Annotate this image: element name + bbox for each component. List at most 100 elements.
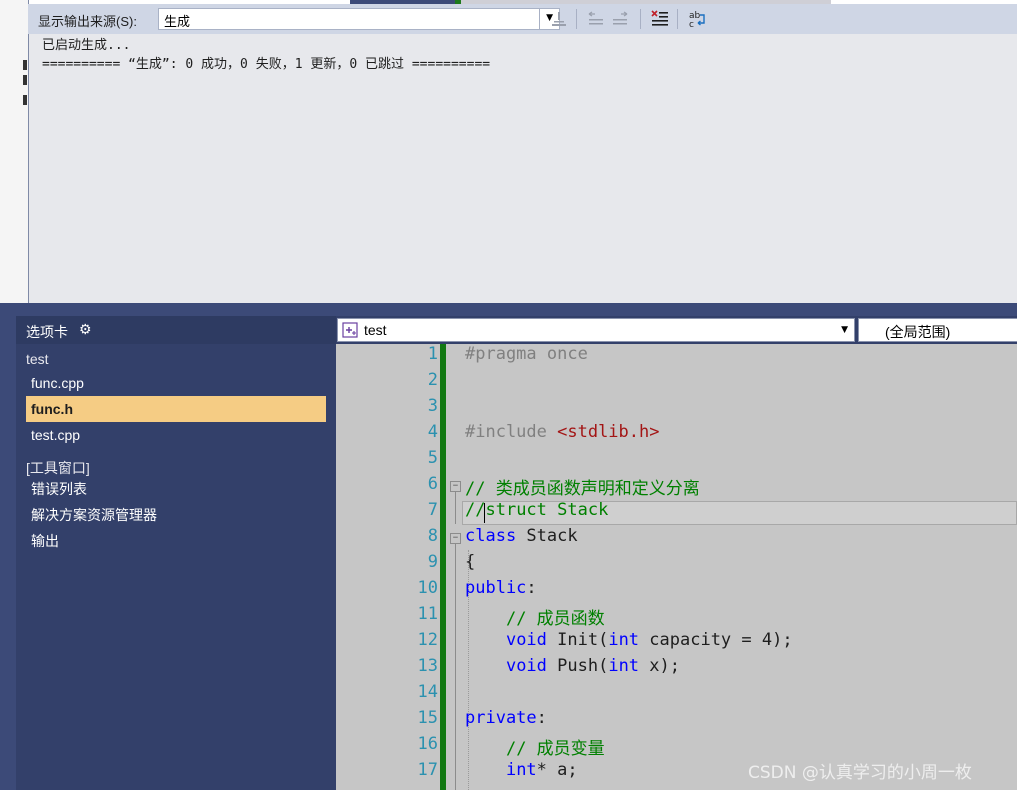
line-number: 15	[417, 708, 438, 728]
fold-line	[455, 492, 456, 524]
code-line: class Stack	[465, 526, 578, 552]
output-text: 已启动生成... ========== “生成”: 0 成功，0 失败，1 更新，…	[42, 36, 490, 74]
code-token: // 成员函数	[505, 609, 605, 629]
code-token: int	[505, 760, 537, 780]
line-number: 10	[417, 578, 438, 598]
code-line: // 成员变量	[465, 734, 605, 760]
code-token: // 成员变量	[505, 739, 605, 759]
tab-item-func-cpp[interactable]: func.cpp	[26, 370, 326, 396]
window-divider	[0, 303, 1017, 306]
project-dropdown[interactable]: test ▼	[337, 318, 855, 342]
code-token: * a;	[536, 760, 578, 780]
code-token: capacity = 4);	[639, 630, 793, 650]
code-line: // 成员函数	[465, 604, 605, 630]
prev-message-button[interactable]	[584, 7, 608, 31]
prev-message-icon	[588, 11, 603, 25]
output-source-dropdown[interactable]: 生成 ▼	[158, 8, 560, 30]
tabs-panel-header: 选项卡 ⚙	[16, 316, 336, 344]
line-number: 4	[427, 422, 438, 442]
tab-group-label: test	[26, 351, 49, 367]
code-token: Init(	[546, 630, 609, 650]
code-token: // 类成员函数声明和定义分离	[465, 479, 700, 499]
code-line: void Init(int capacity = 4);	[465, 630, 793, 656]
toolbar-separator	[539, 9, 540, 29]
tab-item-error-list[interactable]: 错误列表	[26, 476, 326, 502]
line-number: 14	[417, 682, 438, 702]
chevron-down-icon: ▼	[841, 325, 848, 335]
code-token: struct Stack	[485, 500, 609, 520]
code-token: {	[465, 552, 476, 572]
line-number: 13	[417, 656, 438, 676]
toolbar-separator	[640, 9, 641, 29]
code-line: int* a;	[465, 760, 578, 786]
goto-error-button[interactable]	[547, 7, 571, 31]
tab-group-label: [工具窗口]	[26, 460, 90, 476]
change-tracking-bar	[440, 344, 446, 790]
line-number: 12	[417, 630, 438, 650]
code-token: int	[608, 656, 640, 676]
next-message-button[interactable]	[608, 7, 632, 31]
code-token: Push(	[546, 656, 609, 676]
output-source-value: 生成	[164, 14, 191, 29]
line-number: 17	[417, 760, 438, 780]
code-token: #include	[465, 422, 558, 442]
tab-item-func-h[interactable]: func.h	[26, 396, 326, 422]
output-source-label: 显示输出来源(S):	[38, 14, 137, 29]
code-line: // 类成员函数声明和定义分离	[465, 474, 700, 500]
code-token: <stdlib.h>	[557, 422, 660, 442]
code-line: #pragma once	[465, 344, 588, 370]
line-number: 3	[427, 396, 438, 416]
svg-text:c: c	[689, 20, 694, 29]
goto-error-icon	[552, 12, 566, 26]
code-line: void Push(int x);	[465, 656, 680, 682]
watermark: CSDN @认真学习的小周一枚	[748, 763, 972, 783]
scope-value: (全局范围)	[885, 324, 951, 340]
clear-all-button[interactable]	[648, 7, 672, 31]
word-wrap-button[interactable]: ab c	[685, 7, 709, 31]
line-number: 2	[427, 370, 438, 390]
code-token: Stack	[516, 526, 578, 546]
code-line: {	[465, 552, 475, 578]
fold-line	[455, 544, 456, 790]
code-token: :	[526, 578, 537, 598]
code-token: x);	[639, 656, 680, 676]
project-icon	[342, 322, 358, 342]
line-number: 1	[427, 344, 438, 364]
collapse-icon[interactable]: −	[450, 481, 461, 492]
code-token: //	[465, 500, 486, 520]
code-line: //struct Stack	[465, 500, 608, 526]
line-number: 6	[427, 474, 438, 494]
tab-item-test-cpp[interactable]: test.cpp	[26, 422, 326, 448]
code-editor[interactable]: 1 2 3 4 5 6 7 8 9 10 11 12 13 14 15 16 17 − − #pragma on…	[336, 344, 1017, 790]
code-line: public:	[465, 578, 537, 604]
tab-item-solution-explorer[interactable]: 解决方案资源管理器	[26, 502, 326, 528]
tab-item-output[interactable]: 输出	[26, 528, 326, 554]
edge-mark	[23, 60, 27, 70]
output-line: ========== “生成”: 0 成功，0 失败，1 更新，0 已跳过 ==…	[42, 57, 491, 72]
tabs-panel: 选项卡 ⚙ test func.cpp func.h test.cpp [工具窗…	[16, 316, 336, 790]
editor-left-margin	[336, 344, 360, 790]
project-name: test	[364, 322, 387, 338]
code-line: #include <stdlib.h>	[465, 422, 659, 448]
output-window: 显示输出来源(S): 生成 ▼ ab c 已启动生成... ==========…	[0, 0, 1017, 306]
code-token: #pragma once	[465, 344, 588, 364]
tabs-panel-title: 选项卡	[26, 324, 68, 340]
code-line: private:	[465, 708, 547, 734]
code-token: public	[465, 578, 527, 598]
next-message-icon	[613, 11, 628, 25]
clear-all-icon	[651, 10, 668, 26]
code-token: void	[505, 630, 547, 650]
edge-mark	[23, 75, 27, 85]
collapse-icon[interactable]: −	[450, 533, 461, 544]
output-toolbar: 显示输出来源(S): 生成 ▼ ab c	[28, 4, 1017, 34]
code-token: void	[505, 656, 547, 676]
line-number: 8	[427, 526, 438, 546]
line-number-gutter: 1 2 3 4 5 6 7 8 9 10 11 12 13 14 15 16 17	[360, 344, 438, 790]
gear-icon[interactable]: ⚙	[79, 321, 92, 338]
scope-dropdown[interactable]: (全局范围)	[858, 318, 1017, 342]
text-caret	[484, 503, 485, 523]
output-line: 已启动生成...	[42, 38, 131, 53]
